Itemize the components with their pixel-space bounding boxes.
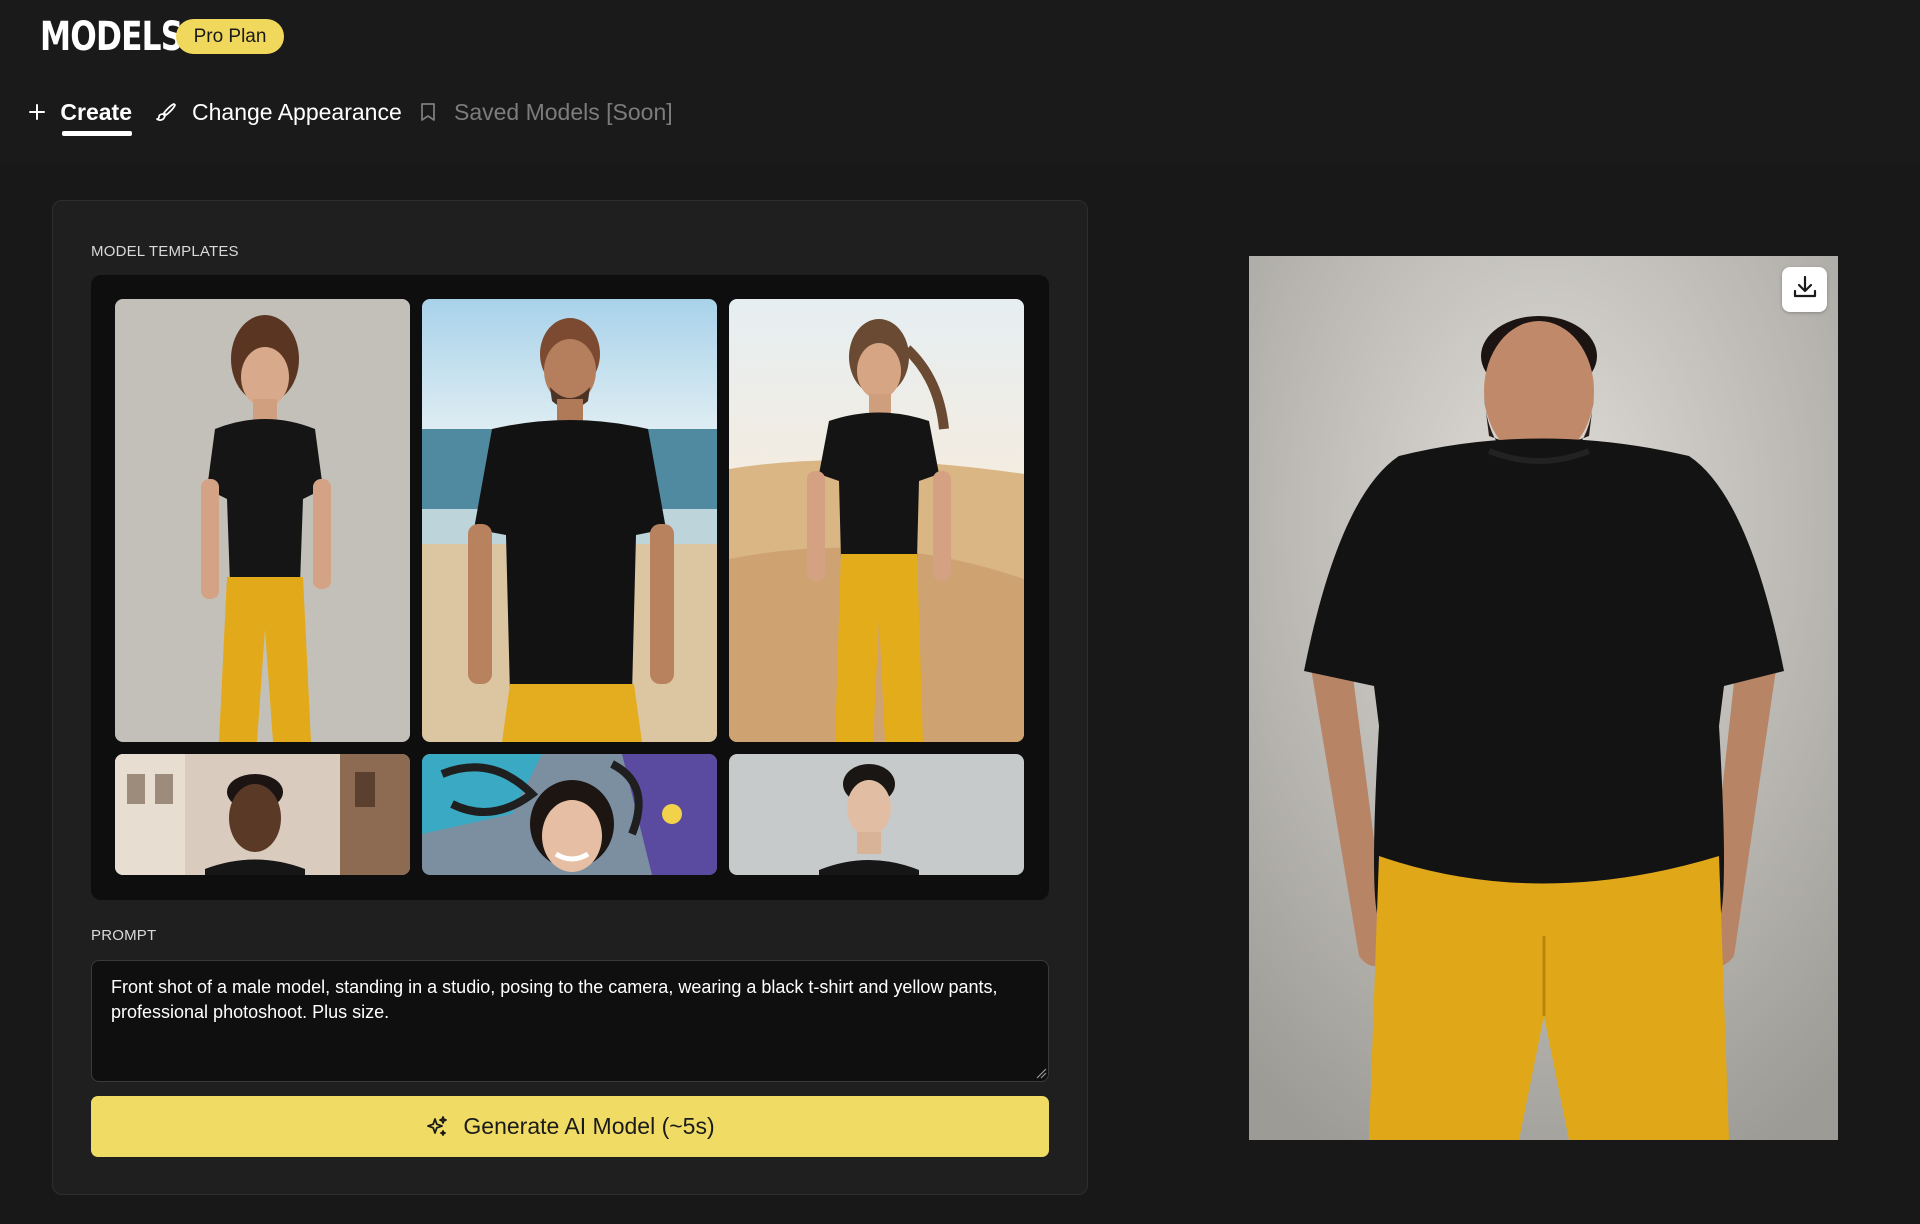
template-thumbnail-woman-graffiti[interactable] (422, 754, 717, 875)
sparkles-icon (425, 1115, 449, 1139)
template-thumbnail-man-studio[interactable] (729, 754, 1024, 875)
tab-saved-models[interactable]: Saved Models [Soon] (416, 92, 673, 132)
tab-create[interactable]: Create (28, 92, 132, 136)
generated-model-preview (1249, 256, 1838, 1140)
template-thumbnail-man-street[interactable] (115, 754, 410, 875)
plan-badge: Pro Plan (176, 19, 284, 54)
bookmark-icon (416, 100, 440, 124)
generate-ai-model-button[interactable]: Generate AI Model (~5s) (91, 1096, 1049, 1157)
tab-create-label: Create (60, 98, 132, 125)
templates-label: MODEL TEMPLATES (91, 243, 239, 260)
active-tab-indicator (62, 131, 132, 136)
create-panel: MODEL TEMPLATES PROMPT Front shot of a m… (52, 200, 1088, 1195)
download-icon (1792, 274, 1818, 305)
model-templates-gallery[interactable] (91, 275, 1049, 900)
prompt-textarea[interactable]: Front shot of a male model, standing in … (91, 960, 1049, 1082)
resize-handle-icon[interactable] (1035, 1067, 1047, 1079)
tab-saved-models-label: Saved Models [Soon] (454, 98, 673, 125)
template-thumbnail-man-beach[interactable] (422, 299, 717, 742)
tab-change-appearance[interactable]: Change Appearance (154, 92, 402, 132)
prompt-label: PROMPT (91, 927, 157, 944)
app-title: MODELS (40, 14, 183, 60)
plus-icon (28, 100, 46, 124)
download-button[interactable] (1782, 267, 1827, 312)
template-thumbnail-woman-desert[interactable] (729, 299, 1024, 742)
tab-change-appearance-label: Change Appearance (192, 98, 402, 125)
template-thumbnail-woman-studio[interactable] (115, 299, 410, 742)
generate-button-label: Generate AI Model (~5s) (463, 1113, 715, 1139)
brush-icon (154, 100, 178, 124)
top-header: MODELS Pro Plan Create Change Appearance… (0, 0, 1920, 163)
